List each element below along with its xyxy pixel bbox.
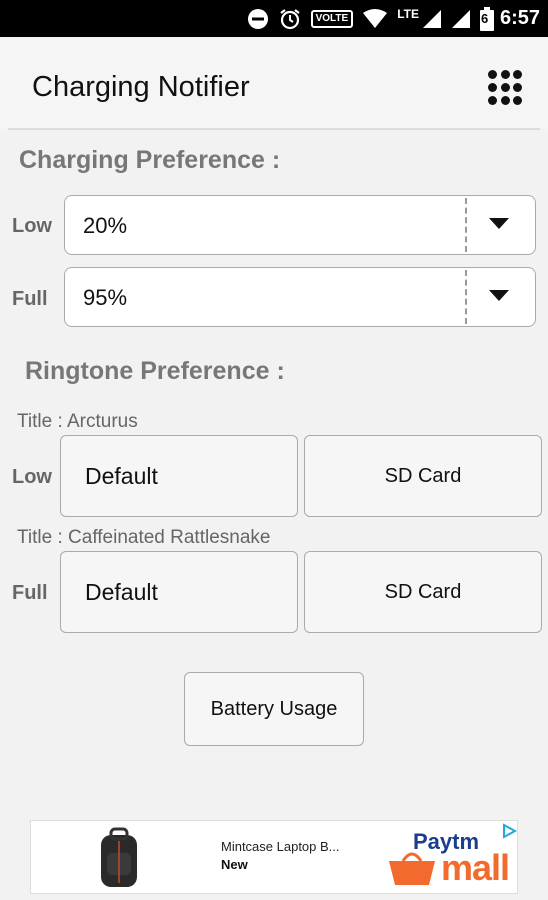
default-button-label: Default (85, 462, 158, 489)
grid-dot (500, 96, 510, 106)
app-title: Charging Notifier (32, 71, 250, 103)
grid-dot (513, 83, 522, 93)
charging-low-label: Low (12, 215, 52, 237)
cell-signal-2-icon (451, 9, 470, 28)
ringtone-low-label: Low (12, 466, 52, 488)
ad-brand-mall: mall (441, 847, 510, 888)
sdcard-button-label: SD Card (384, 580, 462, 603)
charging-preference-heading: Charging Preference : (19, 146, 281, 174)
charging-low-value: 20% (83, 213, 128, 238)
adchoices-icon[interactable] (501, 823, 517, 839)
ad-banner[interactable]: Mintcase Laptop B... New Paytm mall (30, 820, 518, 894)
ringtone-low-title: Title : Arcturus (17, 411, 138, 432)
spinner-divider (465, 198, 467, 252)
grid-dot (500, 70, 510, 79)
lte-label: LTE (397, 6, 419, 21)
grid-dot (488, 83, 497, 93)
status-icons: VOLTE LTE 6 6:57 (247, 0, 540, 37)
ad-product-tag: New (221, 857, 248, 872)
backpack-image (101, 827, 137, 887)
charging-full-value: 95% (83, 285, 128, 310)
dropdown-arrow-icon[interactable] (489, 290, 509, 301)
app-bar: Charging Notifier (0, 37, 548, 129)
ringtone-low-sdcard-button[interactable]: SD Card (304, 435, 542, 517)
ad-product-name: Mintcase Laptop B... (221, 839, 340, 854)
do-not-disturb-icon (247, 8, 268, 29)
ringtone-full-default-button[interactable]: Default (60, 551, 298, 633)
grid-dot (488, 96, 497, 106)
sdcard-button-label: SD Card (384, 464, 462, 487)
status-time: 6:57 (499, 7, 540, 29)
battery-level: 6 (480, 11, 489, 26)
shopping-bag-icon (389, 852, 435, 885)
grid-dot (513, 70, 522, 79)
ringtone-full-label: Full (12, 582, 48, 604)
grid-dot (513, 96, 522, 106)
ringtone-full-sdcard-button[interactable]: SD Card (304, 551, 542, 633)
battery-usage-button[interactable]: Battery Usage (184, 672, 364, 746)
ringtone-preference-heading: Ringtone Preference : (25, 357, 285, 385)
charging-full-label: Full (12, 288, 48, 310)
status-bar: VOLTE LTE 6 6:57 (0, 0, 548, 37)
cell-signal-icon (422, 9, 441, 28)
grid-dot (500, 83, 510, 93)
volte-badge: VOLTE (310, 9, 354, 28)
grid-dot (488, 70, 497, 79)
dropdown-arrow-icon[interactable] (489, 218, 509, 229)
alarm-icon (279, 8, 300, 29)
battery-usage-label: Battery Usage (210, 697, 338, 720)
wifi-icon (363, 8, 388, 28)
ringtone-low-default-button[interactable]: Default (60, 435, 298, 517)
apps-grid-icon[interactable] (488, 70, 524, 106)
charging-full-spinner[interactable]: 95% (64, 267, 536, 327)
app-bar-divider (8, 128, 540, 130)
charging-low-spinner[interactable]: 20% (64, 195, 536, 255)
ringtone-full-title: Title : Caffeinated Rattlesnake (17, 527, 271, 548)
default-button-label: Default (85, 578, 158, 605)
spinner-divider (465, 270, 467, 324)
